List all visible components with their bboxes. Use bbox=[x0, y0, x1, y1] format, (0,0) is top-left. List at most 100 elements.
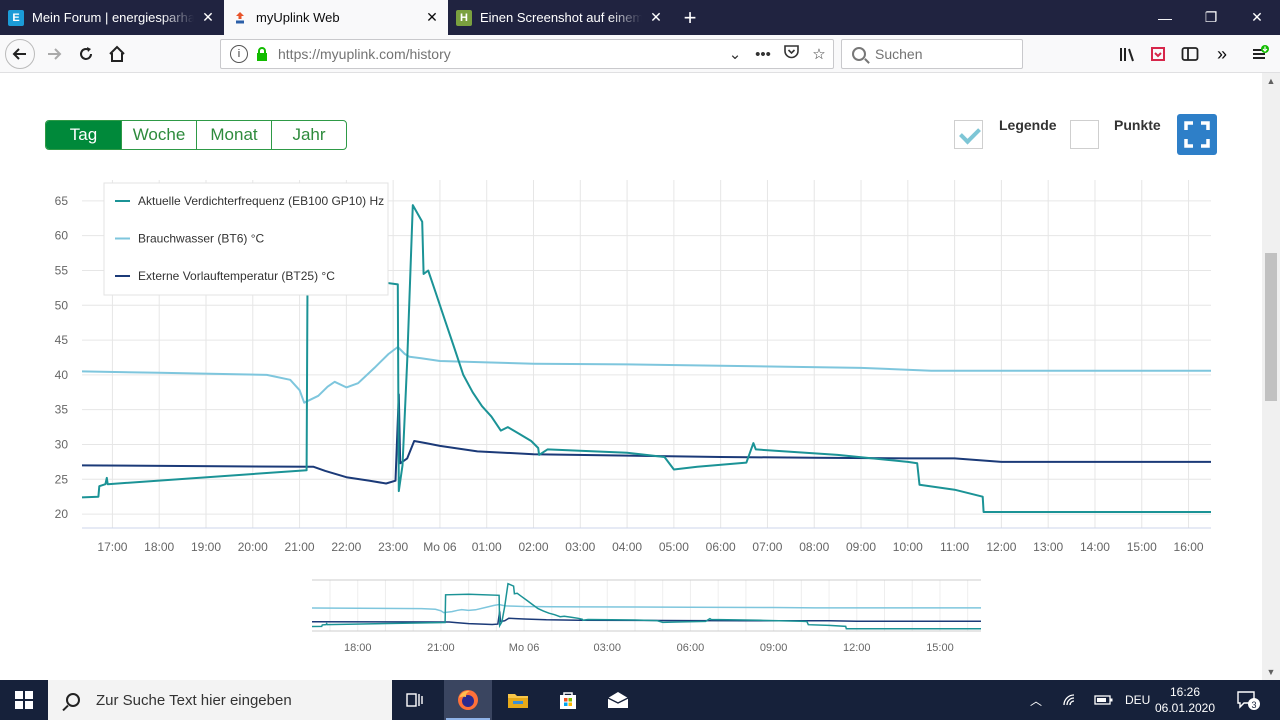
timeline-navigator[interactable]: 18:00 21:00 Mo 06 03:00 06:00 09:00 12:00 15:00 bbox=[0, 573, 1262, 673]
period-week-button[interactable]: Woche bbox=[121, 121, 196, 149]
points-checkbox[interactable] bbox=[1070, 120, 1099, 149]
lock-icon[interactable] bbox=[256, 47, 268, 61]
url-text[interactable]: https://myuplink.com/history bbox=[278, 46, 721, 62]
search-icon bbox=[852, 47, 866, 61]
y-tick-label: 45 bbox=[55, 333, 69, 347]
history-page: Tag Woche Monat Jahr Legende Punkte 20 25… bbox=[0, 73, 1262, 680]
action-center-icon[interactable]: 3 bbox=[1236, 680, 1260, 720]
x-tick-label: 14:00 bbox=[1080, 540, 1110, 554]
firefox-taskbar-icon[interactable] bbox=[444, 680, 492, 720]
menu-hamburger-icon[interactable] bbox=[1245, 39, 1275, 69]
home-icon[interactable] bbox=[102, 39, 132, 69]
tray-chevron-icon[interactable]: ︿ bbox=[1030, 680, 1046, 720]
x-tick-label: 23:00 bbox=[378, 540, 408, 554]
bookmark-star-icon[interactable]: ☆ bbox=[805, 45, 833, 63]
x-tick-label: 13:00 bbox=[1033, 540, 1063, 554]
x-tick-label: 07:00 bbox=[752, 540, 782, 554]
fullscreen-button[interactable] bbox=[1177, 114, 1217, 155]
search-bar[interactable]: Suchen bbox=[841, 39, 1023, 69]
tab-myuplink[interactable]: myUplink Web ✕ bbox=[224, 0, 448, 35]
input-language[interactable]: DEU bbox=[1125, 680, 1150, 720]
store-icon[interactable] bbox=[544, 680, 592, 720]
x-tick-label: 20:00 bbox=[238, 540, 268, 554]
period-month-button[interactable]: Monat bbox=[196, 121, 271, 149]
period-year-button[interactable]: Jahr bbox=[271, 121, 346, 149]
scroll-down-icon[interactable]: ▼ bbox=[1262, 667, 1280, 677]
x-tick-label: 16:00 bbox=[1174, 540, 1204, 554]
x-tick-label: 12:00 bbox=[986, 540, 1016, 554]
legend-item[interactable]: Aktuelle Verdichterfrequenz (EB100 GP10)… bbox=[138, 194, 384, 208]
wifi-icon[interactable] bbox=[1062, 680, 1080, 720]
pocket-list-icon[interactable] bbox=[1143, 39, 1173, 69]
url-path: /history bbox=[405, 46, 451, 62]
new-tab-plus-icon[interactable]: + bbox=[672, 0, 708, 35]
x-tick-label: 02:00 bbox=[518, 540, 548, 554]
taskbar-clock[interactable]: 16:26 06.01.2020 bbox=[1150, 684, 1220, 716]
y-tick-label: 55 bbox=[55, 263, 69, 277]
legend-item[interactable]: Externe Vorlauftemperatur (BT25) °C bbox=[138, 269, 335, 283]
minimize-icon[interactable]: — bbox=[1142, 0, 1188, 35]
scroll-up-icon[interactable]: ▲ bbox=[1262, 76, 1280, 86]
restore-icon[interactable]: ❐ bbox=[1188, 0, 1234, 35]
library-icon[interactable] bbox=[1113, 39, 1143, 69]
dropdown-chevron-icon[interactable]: ⌄ bbox=[721, 45, 749, 63]
x-tick-label: 15:00 bbox=[1127, 540, 1157, 554]
x-tick-label: 01:00 bbox=[472, 540, 502, 554]
tab-title: myUplink Web bbox=[256, 10, 340, 25]
browser-nav-bar: i https://myuplink.com/history ⌄ ••• ☆ S… bbox=[0, 35, 1280, 73]
site-info-icon[interactable]: i bbox=[230, 45, 248, 63]
x-tick-label: 06:00 bbox=[706, 540, 736, 554]
close-window-icon[interactable]: ✕ bbox=[1234, 0, 1280, 35]
file-explorer-icon[interactable] bbox=[494, 680, 542, 720]
navigator-time-label: 21:00 bbox=[427, 642, 455, 654]
fullscreen-icon bbox=[1184, 121, 1210, 148]
period-selector: Tag Woche Monat Jahr bbox=[45, 120, 347, 150]
mail-icon[interactable] bbox=[594, 680, 642, 720]
search-placeholder: Suchen bbox=[875, 46, 923, 62]
close-tab-icon[interactable]: ✕ bbox=[424, 9, 440, 26]
y-tick-label: 30 bbox=[55, 437, 69, 451]
x-tick-label: 03:00 bbox=[565, 540, 595, 554]
tab-screenshot-howto[interactable]: H Einen Screenshot auf einem Desktop ✕ bbox=[448, 0, 672, 35]
sidebar-icon[interactable] bbox=[1175, 39, 1205, 69]
period-day-button[interactable]: Tag bbox=[46, 121, 121, 149]
pocket-icon[interactable] bbox=[777, 45, 805, 63]
x-tick-label: 22:00 bbox=[331, 540, 361, 554]
notification-count: 3 bbox=[1251, 700, 1256, 710]
clock-date: 06.01.2020 bbox=[1154, 701, 1216, 715]
x-tick-label: 10:00 bbox=[893, 540, 923, 554]
x-tick-label: 17:00 bbox=[97, 540, 127, 554]
close-tab-icon[interactable]: ✕ bbox=[200, 9, 216, 26]
taskbar-search-box[interactable]: Zur Suche Text hier eingeben bbox=[48, 680, 392, 720]
windows-start-icon[interactable] bbox=[0, 680, 48, 720]
x-tick-label: 18:00 bbox=[144, 540, 174, 554]
x-tick-label: 21:00 bbox=[285, 540, 315, 554]
y-tick-label: 20 bbox=[55, 507, 69, 521]
x-tick-label: 19:00 bbox=[191, 540, 221, 554]
close-tab-icon[interactable]: ✕ bbox=[648, 9, 664, 26]
battery-icon[interactable] bbox=[1094, 680, 1114, 720]
page-actions-icon[interactable]: ••• bbox=[749, 46, 777, 63]
overflow-chevrons-icon[interactable]: » bbox=[1207, 39, 1237, 69]
x-tick-label: 04:00 bbox=[612, 540, 642, 554]
tab-energiesparhaus[interactable]: E Mein Forum | energiesparhaus.at ✕ bbox=[0, 0, 224, 35]
x-tick-label: Mo 06 bbox=[423, 540, 457, 554]
legend-item[interactable]: Brauchwasser (BT6) °C bbox=[138, 232, 264, 246]
navigator-time-label: 15:00 bbox=[926, 642, 954, 654]
points-label: Punkte bbox=[1114, 117, 1161, 133]
task-view-icon[interactable] bbox=[392, 680, 440, 720]
x-tick-label: 08:00 bbox=[799, 540, 829, 554]
legend-checkbox[interactable] bbox=[954, 120, 983, 149]
forward-arrow-icon[interactable] bbox=[39, 39, 69, 69]
back-arrow-icon[interactable] bbox=[5, 39, 35, 69]
url-host: https://myuplink.com bbox=[278, 46, 406, 62]
scrollbar-thumb[interactable] bbox=[1265, 253, 1277, 401]
y-tick-label: 35 bbox=[55, 403, 69, 417]
reload-icon[interactable] bbox=[71, 39, 101, 69]
page-scrollbar[interactable]: ▲ ▼ bbox=[1262, 73, 1280, 680]
legend-label: Legende bbox=[999, 117, 1057, 133]
tab-title: Mein Forum | energiesparhaus.at bbox=[32, 10, 194, 25]
y-tick-label: 25 bbox=[55, 472, 69, 486]
address-bar[interactable]: i https://myuplink.com/history ⌄ ••• ☆ bbox=[220, 39, 834, 69]
taskbar-search-placeholder: Zur Suche Text hier eingeben bbox=[96, 691, 292, 709]
